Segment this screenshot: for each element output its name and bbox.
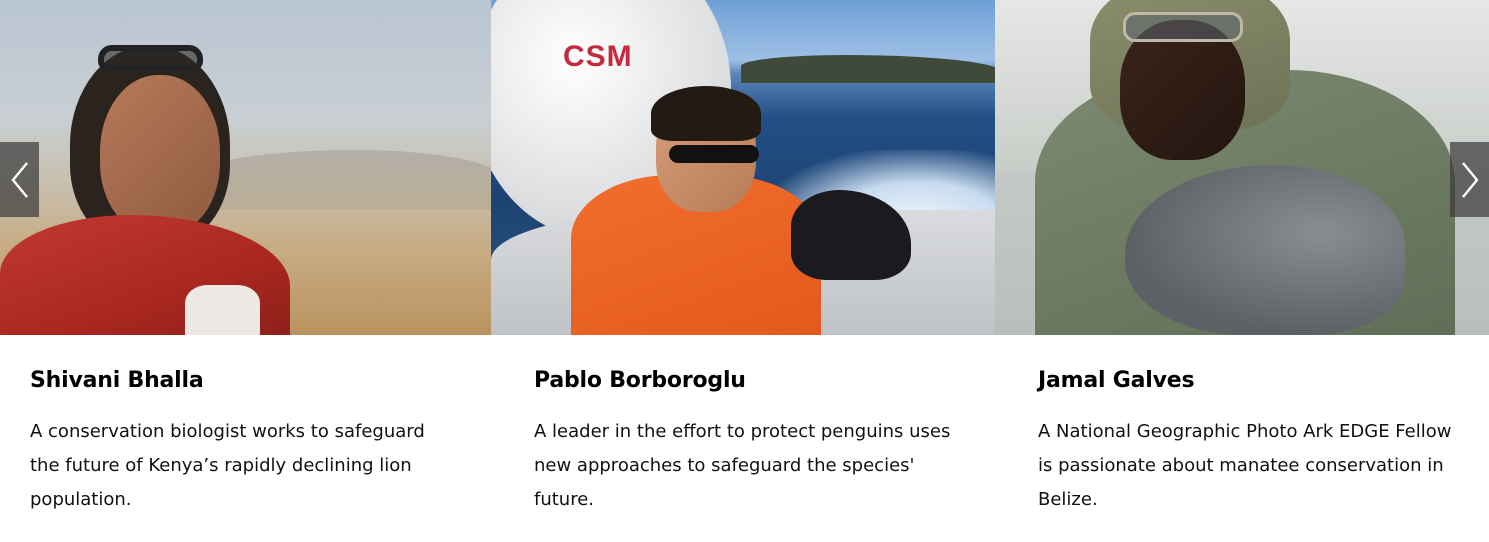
sunglasses bbox=[98, 45, 203, 71]
profile-name[interactable]: Shivani Bhalla bbox=[30, 367, 491, 395]
profile-carousel: Shivani Bhalla A conservation biologist … bbox=[0, 0, 1489, 542]
profile-description: A leader in the effort to protect pengui… bbox=[534, 421, 951, 510]
carousel-prev-button[interactable] bbox=[0, 142, 39, 217]
profile-info: Jamal Galves A National Geographic Photo… bbox=[995, 367, 1489, 517]
manatee bbox=[1125, 165, 1405, 335]
dome-logo-text: CSM bbox=[563, 40, 633, 73]
profile-description: A conservation biologist works to safegu… bbox=[30, 421, 425, 510]
chevron-right-icon bbox=[1460, 160, 1480, 200]
profile-photo[interactable]: CSM bbox=[491, 0, 995, 335]
sunglasses bbox=[669, 145, 759, 163]
profile-card[interactable]: CSM Pablo Borboroglu A leader in the eff… bbox=[491, 0, 995, 542]
island-horizon bbox=[741, 55, 995, 83]
profile-description: A National Geographic Photo Ark EDGE Fel… bbox=[1038, 421, 1452, 510]
carousel-track: Shivani Bhalla A conservation biologist … bbox=[0, 0, 1489, 542]
profile-photo[interactable] bbox=[995, 0, 1489, 335]
carousel-next-button[interactable] bbox=[1450, 142, 1489, 217]
profile-name[interactable]: Jamal Galves bbox=[1038, 367, 1489, 395]
profile-card[interactable]: Shivani Bhalla A conservation biologist … bbox=[0, 0, 491, 542]
sunglasses bbox=[1123, 12, 1243, 42]
profile-info: Shivani Bhalla A conservation biologist … bbox=[0, 367, 491, 517]
person-face bbox=[100, 75, 220, 235]
profile-info: Pablo Borboroglu A leader in the effort … bbox=[491, 367, 995, 517]
profile-name[interactable]: Pablo Borboroglu bbox=[534, 367, 995, 395]
profile-photo[interactable] bbox=[0, 0, 491, 335]
chevron-left-icon bbox=[10, 160, 30, 200]
profile-card[interactable]: Jamal Galves A National Geographic Photo… bbox=[995, 0, 1489, 542]
person-hair bbox=[651, 86, 761, 141]
white-shirt bbox=[185, 285, 260, 335]
